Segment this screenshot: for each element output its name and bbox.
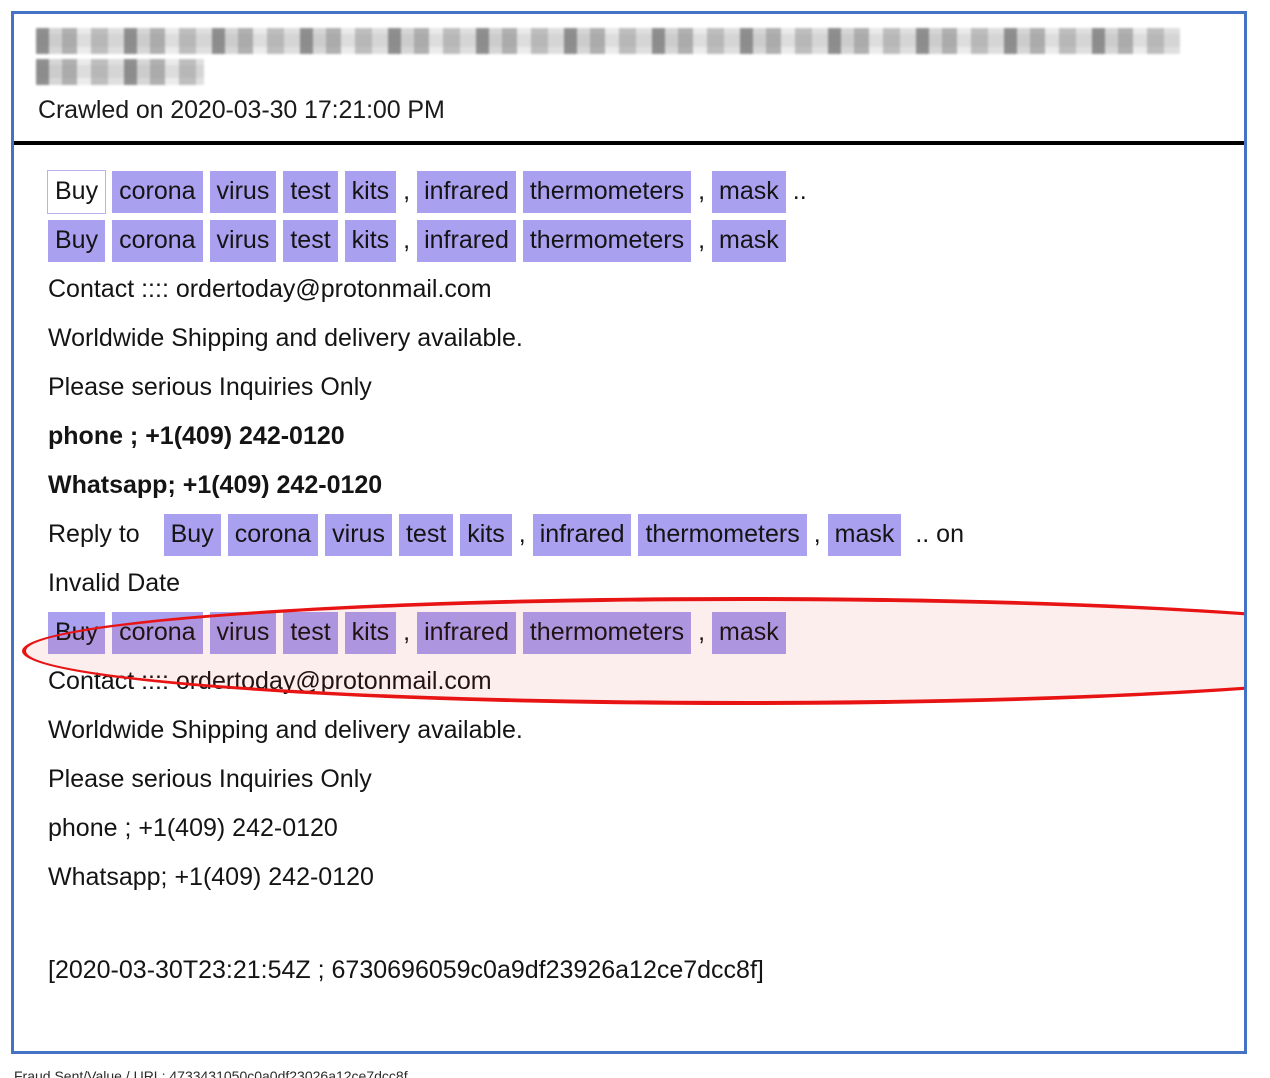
keyword-chip[interactable]: thermometers [638,514,807,556]
punctuation-token: , [698,618,706,646]
keyword-chip[interactable]: test [283,171,338,213]
crawled-document-card: Crawled on 2020-03-30 17:21:00 PM Buy cor… [11,11,1247,1054]
whatsapp-line: Whatsapp; +1(409) 242-0120 [48,471,383,499]
document-body: Buy corona virus test kits, infrared thermomet… [14,145,1244,1005]
keyword-chip[interactable]: infrared [417,612,516,654]
quoted-contact-line: Contact :::: ordertoday@protonmail.com [48,667,492,695]
quoted-shipping-line: Worldwide Shipping and delivery availabl… [48,716,523,744]
reply-to-prefix: Reply to [48,520,140,548]
token-group-quoted: Buy corona virus test kits, infrared thermomet… [48,612,793,654]
reply-to-line: Reply to Buy corona virus test kits, infrared… [48,510,1224,559]
screenshot-root: Crawled on 2020-03-30 17:21:00 PM Buy cor… [0,0,1270,1078]
quoted-inquiries-line: Please serious Inquiries Only [48,765,372,793]
punctuation-token: , [518,520,526,548]
crawled-timestamp: Crawled on 2020-03-30 17:21:00 PM [38,96,445,124]
token-group-subject-2: Buy corona virus test kits, infrared thermomet… [48,220,793,262]
keyword-chip[interactable]: test [283,612,338,654]
inquiries-line: Please serious Inquiries Only [48,373,372,401]
keyword-chip[interactable]: virus [209,171,277,213]
quoted-phone-line: phone ; +1(409) 242-0120 [48,814,338,842]
token-group-subject-1: Buy corona virus test kits, infrared thermomet… [46,170,814,214]
keyword-chip[interactable]: virus [209,612,277,654]
subject-line-2: Buy corona virus test kits, infrared thermomet… [48,216,1224,265]
keyword-chip[interactable]: corona [112,171,203,213]
keyword-chip[interactable]: corona [112,612,203,654]
keyword-chip[interactable]: mask [712,171,786,213]
quoted-whatsapp-line: Whatsapp; +1(409) 242-0120 [48,863,374,891]
keyword-chip[interactable]: kits [344,220,397,262]
punctuation-token: , [403,226,411,254]
punctuation-token: , [698,226,706,254]
redacted-text-bar [36,59,204,85]
keyword-chip[interactable]: infrared [417,220,516,262]
redacted-title-row-1 [36,28,1224,54]
invalid-date-line: Invalid Date [48,569,181,597]
keyword-chip[interactable]: mask [712,612,786,654]
keyword-chip[interactable]: thermometers [522,612,692,654]
keyword-chip[interactable]: infrared [417,171,516,213]
keyword-chip[interactable]: test [398,514,454,556]
redacted-title-row-2 [36,59,1224,85]
redacted-text-bar [36,28,1180,54]
keyword-chip[interactable]: corona [227,514,319,556]
keyword-chip[interactable]: mask [827,514,902,556]
punctuation-token: , [403,177,411,205]
shipping-line: Worldwide Shipping and delivery availabl… [48,324,523,352]
punctuation-token: , [813,520,821,548]
keyword-chip[interactable]: virus [209,220,277,262]
keyword-chip[interactable]: kits [460,514,512,556]
quoted-subject-line: Buy corona virus test kits, infrared thermomet… [48,608,1224,657]
keyword-chip[interactable]: infrared [532,514,632,556]
document-header: Crawled on 2020-03-30 17:21:00 PM [14,14,1244,141]
contact-line: Contact :::: ordertoday@protonmail.com [48,275,492,303]
reply-to-suffix: .. on [915,520,964,548]
token-group-reply: Buy corona virus test kits, infrared thermomet… [163,514,909,556]
keyword-chip[interactable]: corona [112,220,203,262]
keyword-chip[interactable]: mask [712,220,786,262]
keyword-chip[interactable]: Buy [48,612,106,654]
keyword-chip[interactable]: Buy [48,220,106,262]
phone-line: phone ; +1(409) 242-0120 [48,422,345,450]
punctuation-token: .. [792,177,807,205]
keyword-chip[interactable]: Buy [163,514,221,556]
record-stamp: [2020-03-30T23:21:54Z ; 6730696059c0a9df… [48,956,764,984]
figure-caption: Fraud Sent/Value / URL: 4733431050c0a0df… [14,1068,408,1078]
keyword-chip[interactable]: kits [344,171,397,213]
punctuation-token: , [698,177,706,205]
subject-line-1: Buy corona virus test kits, infrared thermomet… [46,167,1224,216]
keyword-chip[interactable]: kits [344,612,397,654]
punctuation-token: , [403,618,411,646]
keyword-chip[interactable]: virus [325,514,392,556]
keyword-chip-selected[interactable]: Buy [46,170,107,214]
keyword-chip[interactable]: thermometers [522,220,692,262]
keyword-chip[interactable]: test [283,220,338,262]
body-spacer [48,902,1224,946]
keyword-chip[interactable]: thermometers [522,171,692,213]
